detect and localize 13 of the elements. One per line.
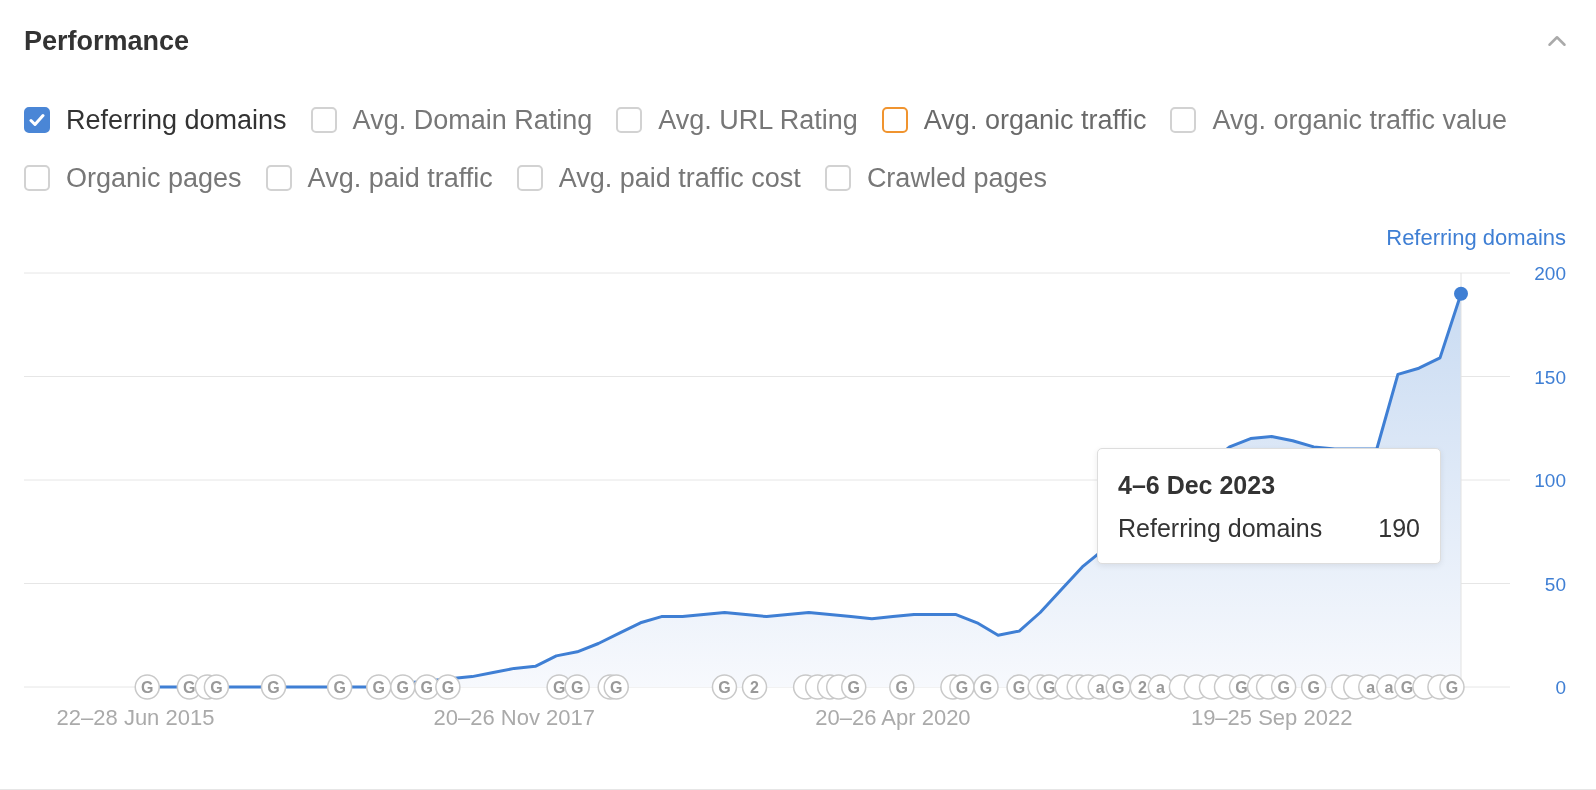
y-axis-label: 0 (1555, 677, 1566, 698)
x-axis-label: 20–26 Apr 2020 (815, 705, 971, 730)
x-axis-label: 19–25 Sep 2022 (1190, 705, 1353, 730)
tooltip-value: 190 (1378, 514, 1420, 543)
y-axis-label: 100 (1534, 470, 1566, 491)
y-axis-label: 50 (1544, 573, 1566, 595)
x-axis-label: 22–28 Jun 2015 (56, 705, 215, 730)
y-axis-label: 150 (1534, 366, 1566, 388)
x-axis-label: 20–26 Nov 2017 (433, 705, 595, 730)
section-title: Performance (24, 25, 190, 57)
tooltip-title: 4–6 Dec 2023 (1118, 471, 1277, 500)
y-axis-label: 200 (1534, 263, 1566, 284)
tooltip-label: Referring domains (1118, 514, 1323, 543)
